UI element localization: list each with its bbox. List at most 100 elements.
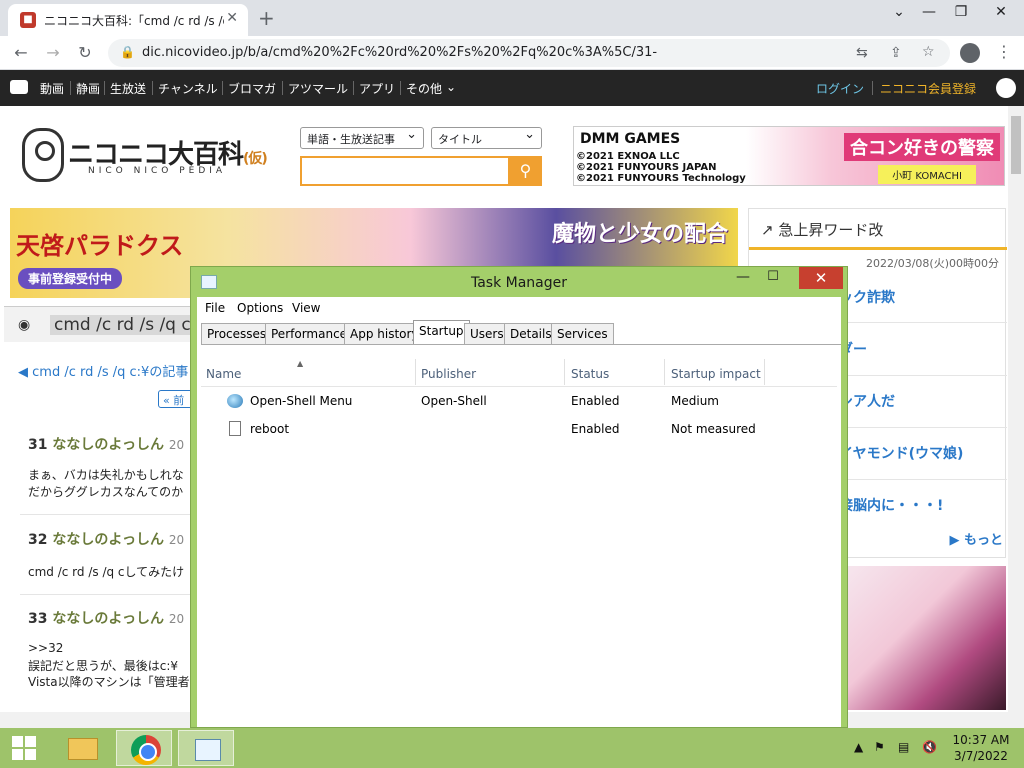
trending-accent-bar: [749, 247, 1007, 250]
action-center-icon[interactable]: ⚑: [874, 740, 885, 754]
menu-view[interactable]: View: [292, 301, 320, 315]
taskbar: ▲ ⚑ ▤ 🔇 10:37 AM 3/7/2022: [0, 728, 1024, 768]
post-line: だからググレカスなんてのか: [28, 485, 184, 499]
address-bar[interactable]: 🔒 dic.nicovideo.jp/b/a/cmd%20%2Fc%20rd%2…: [108, 39, 950, 67]
prev-page-button[interactable]: « 前: [158, 390, 194, 408]
post-header: 33 ななしのよっしん 20: [28, 611, 185, 627]
nav-divider: [353, 81, 354, 95]
chevron-down-icon[interactable]: ⌄: [446, 80, 456, 94]
search-button[interactable]: ⚲: [509, 156, 542, 186]
search-category-select[interactable]: 単語・生放送記事: [300, 127, 424, 149]
ad-copyright-1: ©2021 EXNOA LLC: [576, 151, 680, 162]
niconico-tv-icon[interactable]: [10, 80, 28, 94]
post-line: まぁ、バカは失礼かもしれな: [28, 468, 184, 482]
translate-icon[interactable]: ⇆: [856, 45, 868, 61]
nav-divider: [282, 81, 283, 95]
profile-avatar-icon[interactable]: [960, 43, 980, 63]
search-input[interactable]: [300, 156, 510, 186]
tab-startup[interactable]: Startup: [413, 320, 470, 345]
file-icon: [229, 421, 241, 436]
side-ad-image[interactable]: [848, 566, 1006, 710]
column-publisher[interactable]: Publisher: [421, 367, 476, 381]
back-icon[interactable]: ←: [10, 42, 32, 64]
column-status[interactable]: Status: [571, 367, 609, 381]
user-avatar-icon[interactable]: [996, 78, 1016, 98]
tab-details[interactable]: Details: [504, 323, 558, 344]
nav-item-atsumaru[interactable]: アツマール: [288, 80, 348, 97]
article-header: ◉ cmd /c rd /s /q c:: [4, 306, 201, 342]
back-to-article-link[interactable]: ◀ cmd /c rd /s /q c:¥の記事: [18, 361, 188, 380]
trending-item[interactable]: イヤモンド(ウマ娘): [839, 443, 963, 463]
menu-file[interactable]: File: [205, 301, 225, 315]
column-name[interactable]: Name: [206, 367, 241, 381]
nav-item-seiga[interactable]: 静画: [76, 80, 100, 97]
mascot-icon: [22, 128, 64, 182]
column-separator[interactable]: [564, 359, 565, 385]
share-icon[interactable]: ⇪: [890, 45, 902, 61]
tab-processes[interactable]: Processes: [201, 323, 273, 344]
task-manager-window: Task Manager — ☐ ✕ File Options View Pro…: [190, 266, 848, 728]
column-separator[interactable]: [664, 359, 665, 385]
tab-search-icon[interactable]: ⌄: [884, 4, 914, 20]
maximize-button[interactable]: ☐: [759, 269, 787, 289]
row-impact: Medium: [671, 394, 719, 408]
nav-item-blomaga[interactable]: ブロマガ: [228, 80, 276, 97]
tab-close-icon[interactable]: ✕: [226, 10, 238, 26]
start-button[interactable]: [0, 728, 48, 768]
row-name[interactable]: Open-Shell Menu: [250, 394, 352, 408]
ad-copyright-2: ©2021 FUNYOURS JAPAN: [576, 162, 717, 173]
close-button[interactable]: ✕: [799, 267, 843, 289]
scrollbar-thumb[interactable]: [1011, 116, 1021, 174]
bbs-icon: ◉: [18, 317, 31, 333]
open-shell-icon: [227, 394, 243, 408]
trending-more-link[interactable]: ▶ もっと: [949, 529, 1003, 548]
volume-muted-icon[interactable]: 🔇: [922, 740, 937, 754]
system-clock[interactable]: 10:37 AM 3/7/2022: [950, 732, 1012, 764]
login-link[interactable]: ログイン: [816, 80, 864, 97]
close-window-icon[interactable]: ✕: [986, 4, 1016, 20]
tab-users[interactable]: Users: [464, 323, 510, 344]
row-name[interactable]: reboot: [250, 422, 289, 436]
tab-services[interactable]: Services: [551, 323, 614, 344]
nicopedia-logo[interactable]: ニコニコ大百科(仮) NICO NICO PEDIA: [22, 128, 268, 184]
network-icon[interactable]: ▤: [898, 740, 909, 754]
taskbar-task-manager[interactable]: [178, 730, 234, 766]
browser-tab[interactable]: ■ ニコニコ大百科:「cmd /c rd /s /q c: ✕: [8, 4, 248, 36]
minimize-button[interactable]: —: [729, 269, 757, 289]
banner-ad-top[interactable]: DMM GAMES ©2021 EXNOA LLC ©2021 FUNYOURS…: [573, 126, 1005, 186]
column-separator[interactable]: [415, 359, 416, 385]
menu-options[interactable]: Options: [237, 301, 283, 315]
taskbar-file-explorer[interactable]: [54, 730, 110, 766]
lock-icon[interactable]: 🔒: [120, 45, 135, 59]
column-startup-impact[interactable]: Startup impact: [671, 367, 761, 381]
windows-logo-icon: [12, 749, 23, 760]
column-separator[interactable]: [764, 359, 765, 385]
register-link[interactable]: ニコニコ会員登録: [880, 80, 976, 97]
task-manager-titlebar[interactable]: Task Manager — ☐ ✕: [191, 267, 847, 297]
reload-icon[interactable]: ↻: [74, 42, 96, 64]
divider: [20, 594, 192, 595]
row-status: Enabled: [571, 394, 620, 408]
show-hidden-icons-icon[interactable]: ▲: [854, 740, 863, 754]
menu-kebab-icon[interactable]: ⋮: [996, 42, 1012, 61]
nav-item-live[interactable]: 生放送: [110, 80, 146, 97]
page-vertical-scrollbar[interactable]: [1008, 106, 1024, 728]
search-field-select[interactable]: タイトル: [431, 127, 542, 149]
nav-divider: [152, 81, 153, 95]
clock-time: 10:37 AM: [952, 733, 1010, 747]
nav-item-douga[interactable]: 動画: [40, 80, 64, 97]
nav-item-channel[interactable]: チャンネル: [158, 80, 218, 97]
tab-performance[interactable]: Performance: [265, 323, 354, 344]
restore-icon[interactable]: ❐: [946, 4, 976, 20]
new-tab-button[interactable]: +: [258, 6, 275, 30]
taskbar-chrome[interactable]: [116, 730, 172, 766]
bookmark-star-icon[interactable]: ☆: [922, 44, 935, 60]
trending-title: ↗ 急上昇ワード改: [761, 221, 884, 239]
post-reply-link[interactable]: >>32: [28, 641, 63, 655]
trending-item[interactable]: 接脳内に・・・!: [839, 495, 943, 515]
forward-icon[interactable]: →: [42, 42, 64, 64]
minimize-icon[interactable]: —: [914, 4, 944, 20]
divider: [20, 514, 192, 515]
nav-item-other[interactable]: その他: [406, 80, 442, 97]
nav-item-app[interactable]: アプリ: [359, 80, 395, 97]
